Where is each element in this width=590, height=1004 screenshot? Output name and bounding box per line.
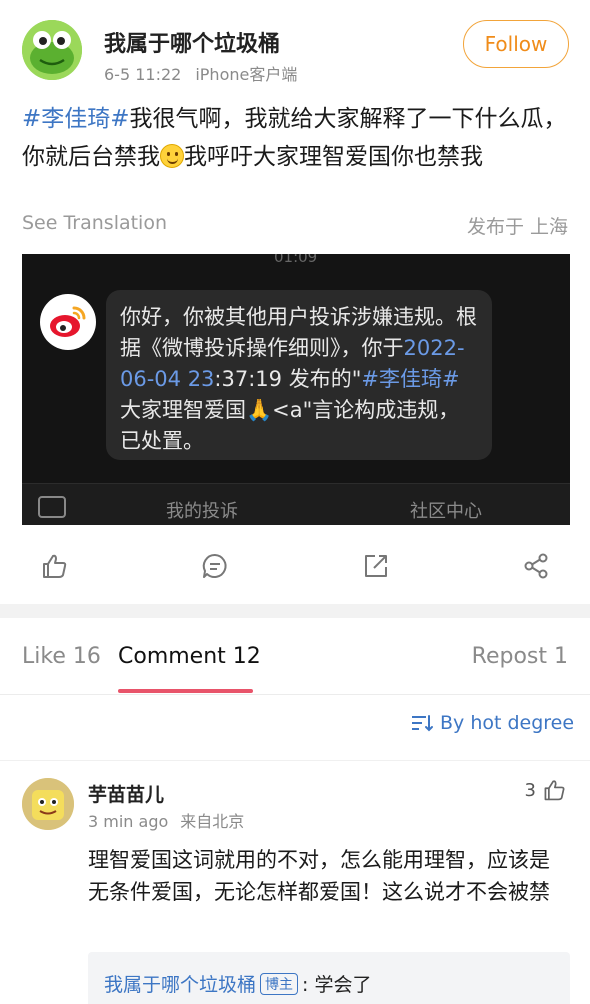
share-button[interactable] [518,548,554,584]
message-text-3: 大家理智爱国🙏<a"言论构成违规，已处置。 [120,398,460,453]
comment-meta: 3 min ago 来自北京 [88,808,244,832]
screenshot-bottom-bar: 我的投诉 社区中心 [22,483,570,525]
commenter-name[interactable]: 芋苗苗儿 [88,780,164,807]
follow-button[interactable]: Follow [463,20,569,68]
post-image[interactable]: 01:09 你好，你被其他用户投诉涉嫌违规。根据《微博投诉操作细则》，你于202… [22,254,570,525]
tab-like[interactable]: Like 16 [22,644,101,669]
repost-icon [365,555,387,577]
tab-comment[interactable]: Comment 12 [118,644,261,669]
reply-text: : 学会了 [302,974,372,996]
screenshot-tab-community: 社区中心 [410,501,482,522]
post-text: #李佳琦#我很气啊，我就给大家解释了一下什么瓜，你就后台禁我 我呼吁大家理智爱国你… [22,100,570,176]
commenter-avatar[interactable] [22,778,74,830]
like-button[interactable] [36,548,72,584]
author-name[interactable]: 我属于哪个垃圾桶 [104,26,280,58]
tab-repost[interactable]: Repost 1 [472,644,568,669]
comment-time: 3 min ago [88,812,169,831]
repost-button[interactable] [358,548,394,584]
hashtag-link[interactable]: #李佳琦# [22,106,130,132]
comment-from: 来自北京 [180,812,245,831]
message-text-2: :37:19 发布的" [214,367,362,391]
violation-message: 你好，你被其他用户投诉涉嫌违规。根据《微博投诉操作细则》，你于2022-06-0… [120,302,478,457]
sort-icon [412,715,433,732]
sort-label: By hot degree [440,712,575,734]
tab-divider [0,694,590,695]
share-icon [524,553,548,579]
section-separator [0,604,590,618]
comment-like-button[interactable]: 3 [525,778,566,802]
reply-author[interactable]: 我属于哪个垃圾桶 [104,974,256,996]
comment-icon [202,553,227,578]
post-text-part2: 我呼吁大家理智爱国你也禁我 [184,144,483,170]
screenshot-time: 01:09 [274,254,318,266]
author-badge: 博主 [260,973,299,995]
comment-reply[interactable]: 我属于哪个垃圾桶 博主: 学会了 [88,952,570,1004]
post-location: 发布于 上海 [466,216,568,238]
author-avatar[interactable] [22,20,82,80]
keyboard-icon [38,496,66,518]
post-meta: 6-5 11:22 iPhone客户端 [104,61,297,85]
comment-divider [0,760,590,761]
comment-text: 理智爱国这词就用的不对，怎么能用理智，应该是无条件爱国，无论怎样都爱国！这么说才… [88,848,550,904]
comment-like-count: 3 [524,779,536,801]
thumbs-up-icon [544,780,565,801]
screenshot-tab-complaint: 我的投诉 [166,501,238,522]
active-tab-indicator [118,689,253,693]
thumbs-up-icon [43,554,67,578]
comment-button[interactable] [197,548,233,584]
violation-message-bubble: 你好，你被其他用户投诉涉嫌违规。根据《微博投诉操作细则》，你于2022-06-0… [106,290,492,460]
sort-dropdown[interactable]: By hot degree [410,712,574,734]
weibo-logo-icon [40,294,96,350]
post-source: iPhone客户端 [195,65,298,84]
post-date: 6-5 11:22 [104,65,182,84]
smile-emoji-icon [160,144,184,168]
message-hashtag: #李佳琦# [361,367,460,391]
see-translation-link[interactable]: See Translation [22,212,167,234]
